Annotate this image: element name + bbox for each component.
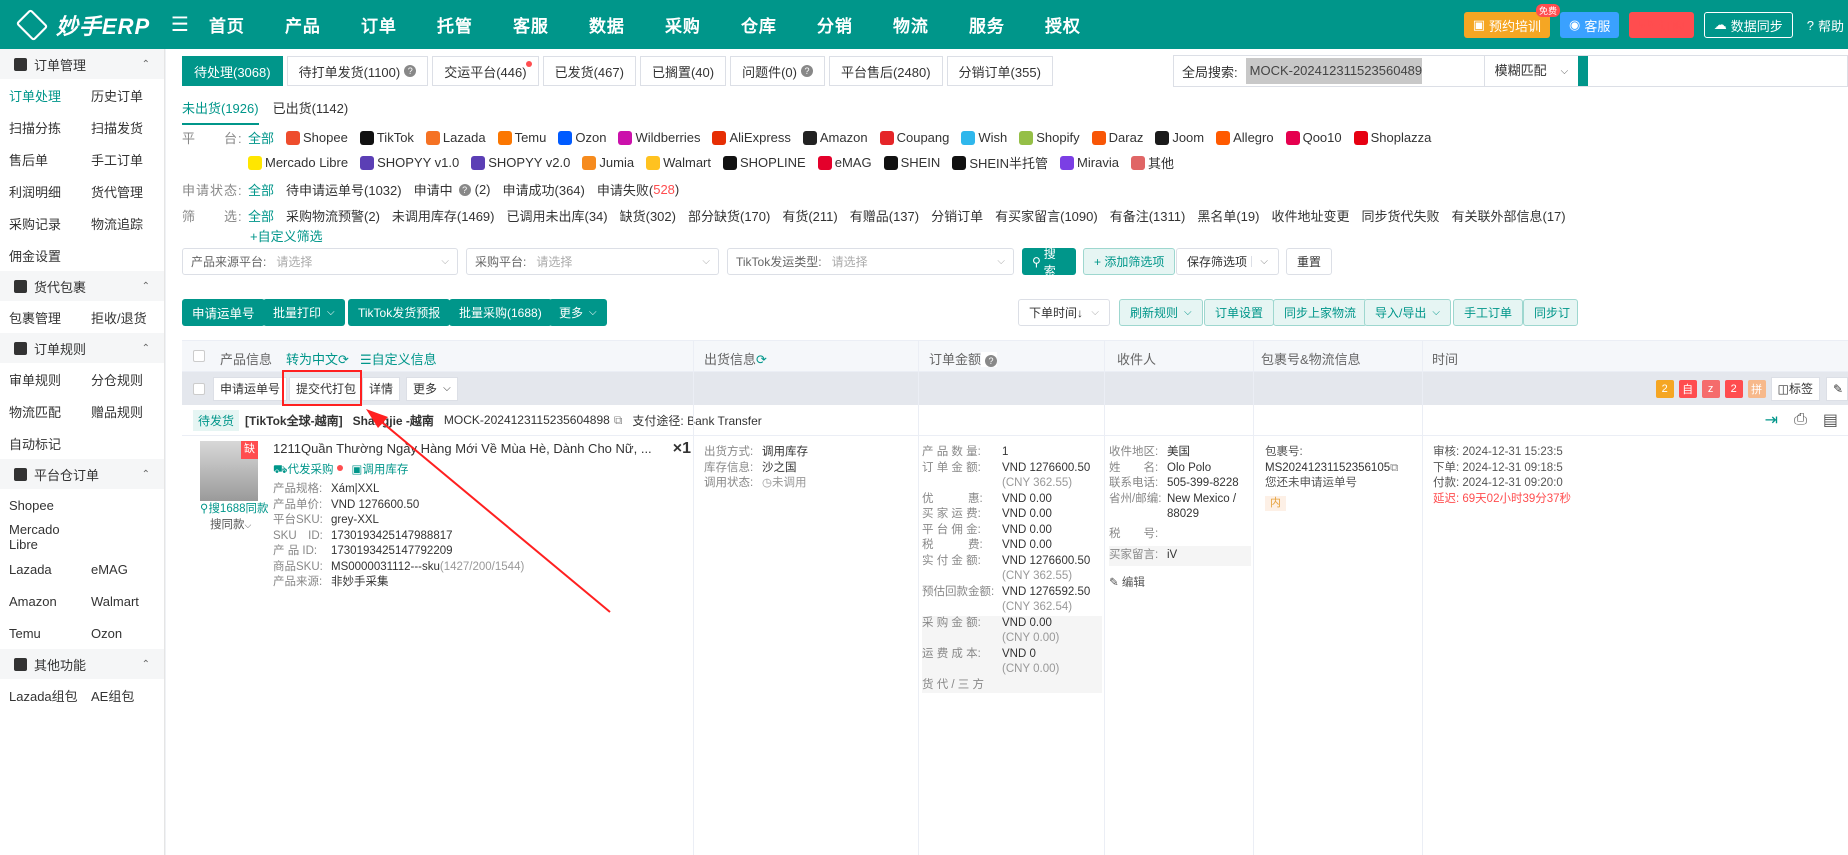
arrow-shaft [371, 413, 611, 613]
annotation-arrow [366, 409, 611, 613]
